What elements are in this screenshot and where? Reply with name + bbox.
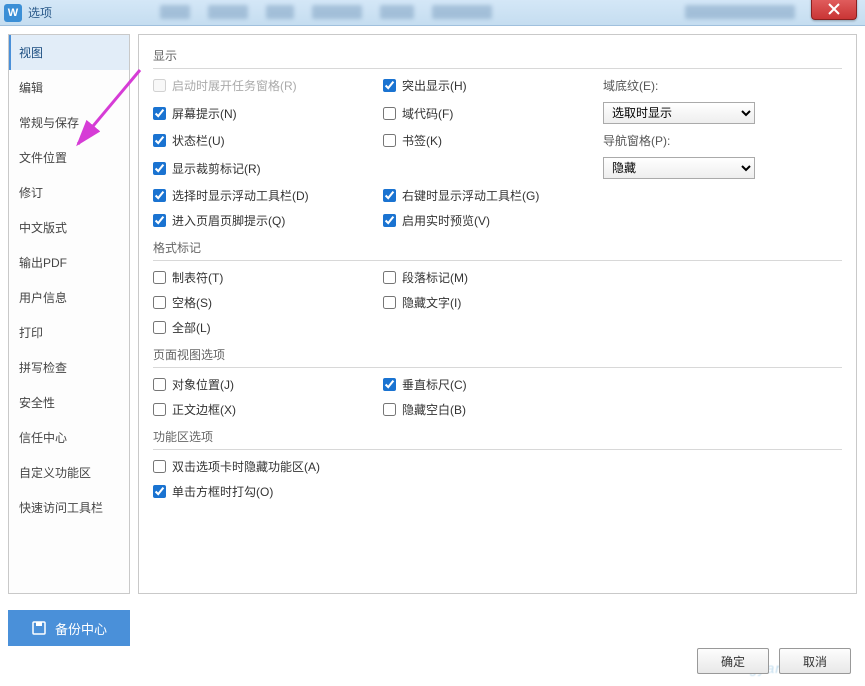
content-panel: 显示 启动时展开任务窗格(R) 突出显示(H) 域底纹(E): 屏幕提示(N) … [138,34,857,594]
backup-icon [31,620,47,636]
group-format-marks-title: 格式标记 [153,237,842,258]
checkbox-para[interactable]: 段落标记(M) [383,269,468,286]
sidebar-item-view[interactable]: 视图 [9,35,129,70]
backup-center-button[interactable]: 备份中心 [8,610,130,646]
sidebar-item-spellcheck[interactable]: 拼写检查 [9,350,129,385]
sidebar: 视图 编辑 常规与保存 文件位置 修订 中文版式 输出PDF 用户信息 打印 拼… [8,34,130,594]
checkbox-rclick-float-toolbar[interactable]: 右键时显示浮动工具栏(G) [383,187,539,204]
ok-button[interactable]: 确定 [697,648,769,674]
group-page-view-title: 页面视图选项 [153,344,842,365]
checkbox-crop-marks[interactable]: 显示裁剪标记(R) [153,160,261,177]
checkbox-v-ruler[interactable]: 垂直标尺(C) [383,376,467,393]
close-button[interactable] [811,0,857,20]
checkbox-screen-tip[interactable]: 屏幕提示(N) [153,105,237,122]
checkbox-header-footer-tip[interactable]: 进入页眉页脚提示(Q) [153,212,285,229]
checkbox-text-border[interactable]: 正文边框(X) [153,401,236,418]
checkbox-highlight[interactable]: 突出显示(H) [383,77,467,94]
label-field-shading: 域底纹(E): [603,77,842,94]
app-logo: W [4,4,22,22]
title-bar: W 选项 [0,0,865,26]
group-display-title: 显示 [153,45,842,66]
checkbox-all[interactable]: 全部(L) [153,319,211,336]
sidebar-item-chinese-layout[interactable]: 中文版式 [9,210,129,245]
checkbox-space[interactable]: 空格(S) [153,294,212,311]
select-field-shading[interactable]: 选取时显示 [603,102,755,124]
checkbox-tab[interactable]: 制表符(T) [153,269,223,286]
sidebar-item-revision[interactable]: 修订 [9,175,129,210]
sidebar-item-user-info[interactable]: 用户信息 [9,280,129,315]
checkbox-hidden[interactable]: 隐藏文字(I) [383,294,461,311]
sidebar-item-customize-ribbon[interactable]: 自定义功能区 [9,455,129,490]
checkbox-click-check[interactable]: 单击方框时打勾(O) [153,483,273,500]
window-title: 选项 [28,4,52,21]
sidebar-item-edit[interactable]: 编辑 [9,70,129,105]
label-nav-pane: 导航窗格(P): [603,132,842,149]
checkbox-hide-blank[interactable]: 隐藏空白(B) [383,401,466,418]
sidebar-item-security[interactable]: 安全性 [9,385,129,420]
cancel-button[interactable]: 取消 [779,648,851,674]
select-nav-pane[interactable]: 隐藏 [603,157,755,179]
checkbox-status-bar[interactable]: 状态栏(U) [153,132,225,149]
checkbox-field-code[interactable]: 域代码(F) [383,105,453,122]
checkbox-live-preview[interactable]: 启用实时预览(V) [383,212,490,229]
checkbox-dblclick-hide[interactable]: 双击选项卡时隐藏功能区(A) [153,458,320,475]
checkbox-obj-pos[interactable]: 对象位置(J) [153,376,234,393]
checkbox-sel-float-toolbar[interactable]: 选择时显示浮动工具栏(D) [153,187,309,204]
sidebar-item-file-location[interactable]: 文件位置 [9,140,129,175]
checkbox-startup-pane[interactable]: 启动时展开任务窗格(R) [153,77,297,94]
sidebar-item-trust-center[interactable]: 信任中心 [9,420,129,455]
group-ribbon-title: 功能区选项 [153,426,842,447]
sidebar-item-print[interactable]: 打印 [9,315,129,350]
sidebar-item-quick-access[interactable]: 快速访问工具栏 [9,490,129,525]
sidebar-item-general-save[interactable]: 常规与保存 [9,105,129,140]
sidebar-item-output-pdf[interactable]: 输出PDF [9,245,129,280]
checkbox-bookmark[interactable]: 书签(K) [383,132,442,149]
